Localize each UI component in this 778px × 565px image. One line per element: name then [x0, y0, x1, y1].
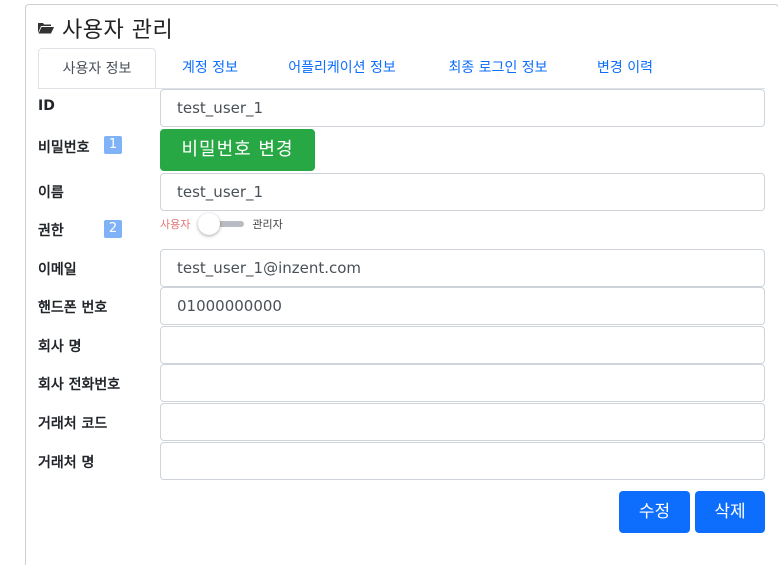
phone-field[interactable]	[160, 287, 765, 325]
folder-open-icon	[38, 22, 54, 34]
role-toggle-switch[interactable]	[196, 212, 246, 236]
name-field[interactable]	[160, 173, 765, 211]
email-field[interactable]	[160, 249, 765, 287]
tab-user-info[interactable]: 사용자 정보	[38, 48, 156, 88]
vendor-name-label: 거래처 명	[38, 455, 95, 471]
delete-button[interactable]: 삭제	[695, 491, 765, 533]
tab-application-info[interactable]: 어플리케이션 정보	[274, 48, 410, 88]
role-option-admin: 관리자	[252, 218, 283, 231]
role-toggle-group: 사용자 관리자	[160, 212, 283, 236]
role-label: 권한	[38, 223, 64, 239]
change-password-button[interactable]: 비밀번호 변경	[160, 129, 315, 171]
company-name-label: 회사 명	[38, 339, 82, 355]
phone-label: 핸드폰 번호	[38, 300, 108, 316]
tab-last-login-info[interactable]: 최종 로그인 정보	[436, 48, 560, 88]
page-title: 사용자 관리	[62, 18, 174, 43]
tab-account-info[interactable]: 계정 정보	[170, 48, 250, 88]
password-badge: 1	[104, 136, 122, 154]
tab-bar: 사용자 정보 계정 정보 어플리케이션 정보 최종 로그인 정보 변경 이력	[38, 48, 765, 89]
role-badge: 2	[104, 220, 122, 238]
toggle-knob	[198, 213, 221, 235]
company-phone-field[interactable]	[160, 364, 765, 402]
role-option-user: 사용자	[160, 218, 191, 231]
vendor-code-field[interactable]	[160, 403, 765, 441]
page-header: 사용자 관리	[38, 14, 174, 43]
company-name-field[interactable]	[160, 326, 765, 364]
vendor-code-label: 거래처 코드	[38, 416, 108, 432]
id-field[interactable]	[160, 89, 765, 127]
company-phone-label: 회사 전화번호	[38, 377, 121, 393]
email-label: 이메일	[38, 262, 77, 278]
vendor-name-field[interactable]	[160, 442, 765, 480]
id-label: ID	[38, 98, 55, 114]
password-label: 비밀번호	[38, 140, 90, 156]
edit-button[interactable]: 수정	[619, 491, 690, 533]
tab-change-history[interactable]: 변경 이력	[584, 48, 666, 88]
name-label: 이름	[38, 185, 64, 201]
